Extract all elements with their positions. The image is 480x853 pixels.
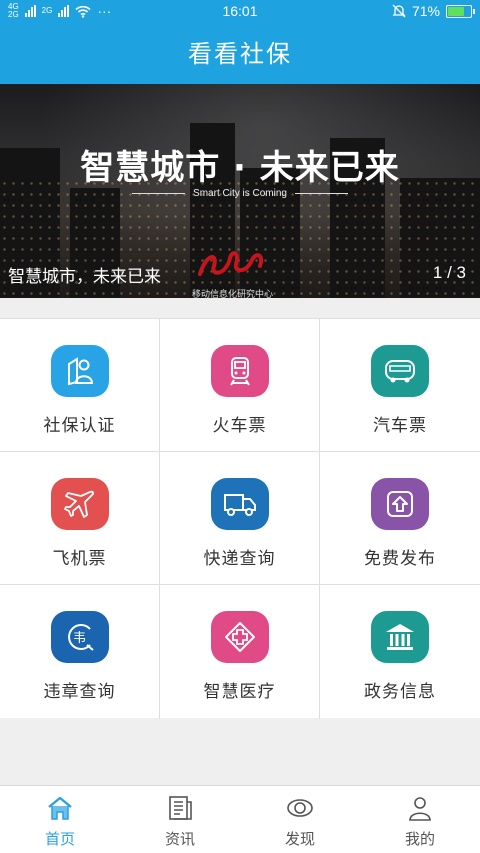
- home-icon: [48, 796, 72, 820]
- service-label: 社保认证: [43, 416, 116, 436]
- tab-label: 发现: [284, 830, 315, 848]
- service-label: 汽车票: [373, 416, 427, 436]
- tab-news[interactable]: 资讯: [120, 786, 240, 853]
- service-social-security[interactable]: 社保认证: [0, 319, 160, 452]
- banner-caption: 智慧城市，未来已来: [8, 267, 161, 287]
- service-label: 智慧医疗: [203, 682, 276, 702]
- silent-bell-icon: [392, 4, 406, 18]
- battery-percent: 71%: [411, 3, 440, 19]
- upload-icon: [371, 478, 429, 530]
- divider: [132, 193, 186, 194]
- status-bar: 4G 2G 2G ··· 16:01 71%: [0, 0, 480, 24]
- social-security-icon: [50, 345, 109, 397]
- banner-subtitle: Smart City is Coming: [193, 188, 287, 199]
- status-right: 71%: [392, 3, 475, 19]
- service-government-info[interactable]: 政务信息: [320, 585, 480, 719]
- service-violation-query[interactable]: 韦 违章查询: [0, 585, 160, 719]
- government-icon: [371, 611, 429, 663]
- service-grid: 社保认证 火车票 汽车票 飞机票 快递查询 免费发布 韦 违章查询 智慧医疗 政…: [0, 318, 480, 719]
- bus-icon: [371, 345, 429, 397]
- service-label: 违章查询: [43, 682, 116, 702]
- org-name: 移动信息化研究中心: [192, 290, 274, 298]
- news-icon: [169, 796, 192, 820]
- service-label: 飞机票: [52, 549, 107, 569]
- banner-subtitle-row: Smart City is Coming: [132, 188, 348, 199]
- service-label: 免费发布: [364, 549, 436, 569]
- bottom-tab-bar: 首页 资讯 发现 我的: [0, 785, 480, 853]
- service-smart-medical[interactable]: 智慧医疗: [160, 585, 320, 719]
- service-bus-ticket[interactable]: 汽车票: [320, 319, 480, 452]
- battery-fill: [448, 6, 464, 16]
- tab-label: 首页: [44, 830, 75, 848]
- org-logo-icon: [198, 251, 263, 276]
- violation-icon: 韦: [50, 611, 109, 663]
- banner-headline: 智慧城市 · 未来已来: [80, 148, 400, 188]
- tab-mine[interactable]: 我的: [360, 786, 480, 853]
- service-label: 火车票: [212, 416, 267, 436]
- tab-home[interactable]: 首页: [0, 786, 120, 853]
- service-express-query[interactable]: 快递查询: [160, 452, 320, 585]
- medical-icon: [210, 611, 269, 663]
- service-label: 政务信息: [364, 682, 436, 702]
- banner-page-indicator: 1 / 3: [432, 263, 466, 282]
- user-icon: [409, 797, 431, 821]
- tab-label: 资讯: [164, 830, 195, 848]
- divider: [294, 193, 348, 194]
- service-train-ticket[interactable]: 火车票: [160, 319, 320, 452]
- service-label: 快递查询: [203, 549, 276, 569]
- airplane-icon: [50, 478, 109, 530]
- train-icon: [210, 345, 269, 397]
- banner-carousel[interactable]: 智慧城市 · 未来已来 Smart City is Coming 移动信息化研究…: [0, 84, 480, 298]
- battery-icon: [446, 4, 475, 18]
- page-title: 看看社保: [0, 24, 480, 84]
- service-free-publish[interactable]: 免费发布: [320, 452, 480, 585]
- svg-text:韦: 韦: [73, 631, 86, 646]
- tab-label: 我的: [404, 830, 435, 848]
- service-flight-ticket[interactable]: 飞机票: [0, 452, 160, 585]
- eye-icon: [287, 799, 313, 817]
- truck-icon: [210, 478, 269, 530]
- tab-discover[interactable]: 发现: [240, 786, 360, 853]
